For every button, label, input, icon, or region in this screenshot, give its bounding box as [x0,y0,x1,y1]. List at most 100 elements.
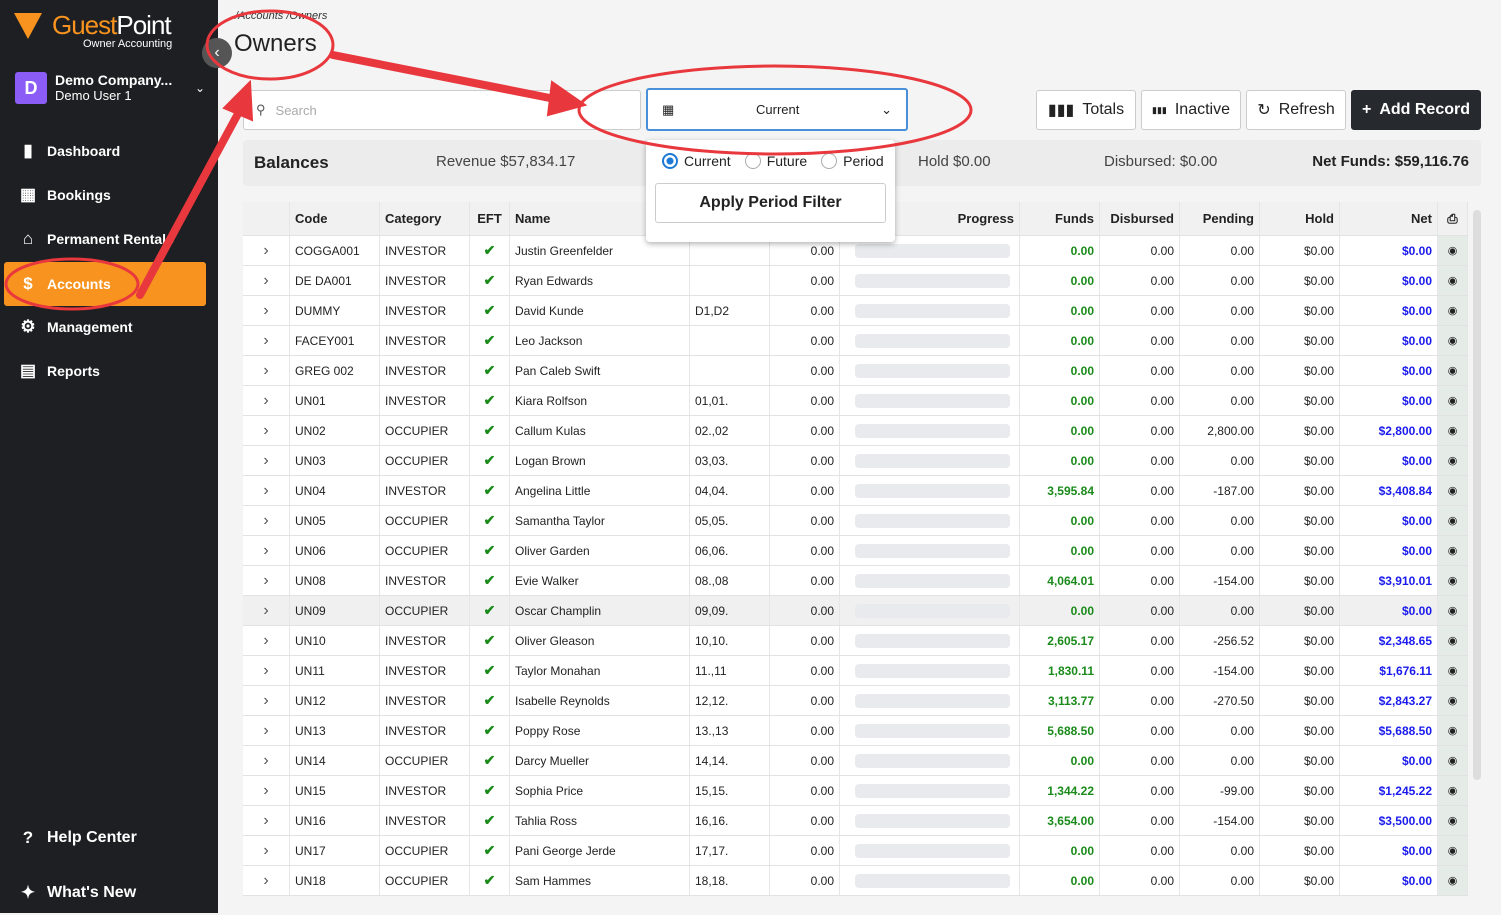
eye-icon[interactable]: ◉ [1438,716,1468,745]
expand-chevron-icon[interactable]: › [243,656,290,685]
eye-icon[interactable]: ◉ [1438,596,1468,625]
period-select[interactable]: ▦ Current ⌄ [646,88,908,131]
eye-icon[interactable]: ◉ [1438,626,1468,655]
inactive-button[interactable]: ▮▮▮ Inactive [1141,90,1241,130]
expand-chevron-icon[interactable]: › [243,806,290,835]
check-icon: ✔ [470,746,510,775]
progress-bar [855,813,1010,828]
expand-chevron-icon[interactable]: › [243,236,290,265]
refresh-button[interactable]: ↻ Refresh [1246,90,1346,130]
expand-chevron-icon[interactable]: › [243,446,290,475]
print-icon[interactable]: ⎙ [1438,202,1468,235]
eye-icon[interactable]: ◉ [1438,656,1468,685]
table-row[interactable]: › UN13 INVESTOR ✔ Poppy Rose 13.,13 0.00… [243,716,1468,746]
table-row[interactable]: › UN01 INVESTOR ✔ Kiara Rolfson 01,01. 0… [243,386,1468,416]
eye-icon[interactable]: ◉ [1438,236,1468,265]
sidebar-item-bookings[interactable]: ▦ Bookings [4,173,206,217]
eye-icon[interactable]: ◉ [1438,326,1468,355]
table-row[interactable]: › UN12 INVESTOR ✔ Isabelle Reynolds 12,1… [243,686,1468,716]
expand-chevron-icon[interactable]: › [243,266,290,295]
eye-icon[interactable]: ◉ [1438,806,1468,835]
expand-chevron-icon[interactable]: › [243,536,290,565]
table-row[interactable]: › UN03 OCCUPIER ✔ Logan Brown 03,03. 0.0… [243,446,1468,476]
progress-bar [855,303,1010,318]
eye-icon[interactable]: ◉ [1438,386,1468,415]
eye-icon[interactable]: ◉ [1438,776,1468,805]
table-row[interactable]: › UN04 INVESTOR ✔ Angelina Little 04,04.… [243,476,1468,506]
eye-icon[interactable]: ◉ [1438,266,1468,295]
account-switcher[interactable]: D Demo Company... Demo User 1 ⌄ [15,72,205,104]
help-center-link[interactable]: ? Help Center [4,816,206,860]
progress-bar [855,543,1010,558]
table-row[interactable]: › UN05 OCCUPIER ✔ Samantha Taylor 05,05.… [243,506,1468,536]
table-row[interactable]: › UN10 INVESTOR ✔ Oliver Gleason 10,10. … [243,626,1468,656]
expand-chevron-icon[interactable]: › [243,776,290,805]
breadcrumb[interactable]: /Accounts /Owners [235,10,327,22]
table-row[interactable]: › UN11 INVESTOR ✔ Taylor Monahan 11.,11 … [243,656,1468,686]
eye-icon[interactable]: ◉ [1438,296,1468,325]
sidebar-item-management[interactable]: ⚙ Management [4,305,206,349]
sidebar-item-permanent-rentals[interactable]: ⌂ Permanent Rentals [4,217,206,261]
eye-icon[interactable]: ◉ [1438,476,1468,505]
sidebar-item-dashboard[interactable]: ▮ Dashboard [4,129,206,173]
add-record-button[interactable]: + Add Record [1351,90,1481,130]
eye-icon[interactable]: ◉ [1438,416,1468,445]
expand-chevron-icon[interactable]: › [243,866,290,895]
scrollbar[interactable] [1473,210,1481,780]
table-row[interactable]: › FACEY001 INVESTOR ✔ Leo Jackson 0.00 0… [243,326,1468,356]
table-row[interactable]: › DUMMY INVESTOR ✔ David Kunde D1,D2 0.0… [243,296,1468,326]
expand-chevron-icon[interactable]: › [243,356,290,385]
expand-chevron-icon[interactable]: › [243,716,290,745]
radio-current[interactable] [662,153,678,169]
table-row[interactable]: › UN17 OCCUPIER ✔ Pani George Jerde 17,1… [243,836,1468,866]
progress-bar [855,453,1010,468]
table-row[interactable]: › UN18 OCCUPIER ✔ Sam Hammes 18,18. 0.00… [243,866,1468,896]
expand-chevron-icon[interactable]: › [243,686,290,715]
expand-chevron-icon[interactable]: › [243,296,290,325]
expand-chevron-icon[interactable]: › [243,596,290,625]
eye-icon[interactable]: ◉ [1438,506,1468,535]
search-input[interactable]: ⚲ Search [243,90,641,130]
table-row[interactable]: › UN14 OCCUPIER ✔ Darcy Mueller 14,14. 0… [243,746,1468,776]
eye-icon[interactable]: ◉ [1438,866,1468,895]
apply-period-filter-button[interactable]: Apply Period Filter [655,183,886,223]
expand-chevron-icon[interactable]: › [243,416,290,445]
check-icon: ✔ [470,686,510,715]
radio-period[interactable] [821,153,838,169]
table-row[interactable]: › UN06 OCCUPIER ✔ Oliver Garden 06,06. 0… [243,536,1468,566]
sidebar-item-accounts[interactable]: $ Accounts [4,262,206,306]
totals-button[interactable]: ▮▮▮ Totals [1036,90,1136,130]
table-row[interactable]: › DE DA001 INVESTOR ✔ Ryan Edwards 0.00 … [243,266,1468,296]
columns-icon: ▮▮▮ [1047,102,1075,119]
table-row[interactable]: › UN08 INVESTOR ✔ Evie Walker 08.,08 0.0… [243,566,1468,596]
table-row[interactable]: › UN15 INVESTOR ✔ Sophia Price 15,15. 0.… [243,776,1468,806]
table-row[interactable]: › GREG 002 INVESTOR ✔ Pan Caleb Swift 0.… [243,356,1468,386]
table-row[interactable]: › UN09 OCCUPIER ✔ Oscar Champlin 09,09. … [243,596,1468,626]
eye-icon[interactable]: ◉ [1438,566,1468,595]
radio-future[interactable] [744,153,761,169]
expand-chevron-icon[interactable]: › [243,746,290,775]
check-icon: ✔ [470,506,510,535]
eye-icon[interactable]: ◉ [1438,536,1468,565]
eye-icon[interactable]: ◉ [1438,356,1468,385]
eye-icon[interactable]: ◉ [1438,446,1468,475]
whats-new-link[interactable]: ✦ What's New [4,871,206,915]
expand-chevron-icon[interactable]: › [243,836,290,865]
collapse-sidebar-button[interactable]: ‹ [202,38,232,68]
expand-chevron-icon[interactable]: › [243,506,290,535]
expand-chevron-icon[interactable]: › [243,386,290,415]
owners-table: Code Category EFT Name Progress Funds Di… [243,202,1468,896]
check-icon: ✔ [470,416,510,445]
sparkle-icon: ✦ [20,883,36,902]
expand-chevron-icon[interactable]: › [243,326,290,355]
expand-chevron-icon[interactable]: › [243,566,290,595]
table-row[interactable]: › UN16 INVESTOR ✔ Tahlia Ross 16,16. 0.0… [243,806,1468,836]
table-row[interactable]: › UN02 OCCUPIER ✔ Callum Kulas 02.,02 0.… [243,416,1468,446]
check-icon: ✔ [470,626,510,655]
eye-icon[interactable]: ◉ [1438,686,1468,715]
expand-chevron-icon[interactable]: › [243,476,290,505]
eye-icon[interactable]: ◉ [1438,746,1468,775]
expand-chevron-icon[interactable]: › [243,626,290,655]
sidebar-item-reports[interactable]: ▤ Reports [4,349,206,393]
eye-icon[interactable]: ◉ [1438,836,1468,865]
